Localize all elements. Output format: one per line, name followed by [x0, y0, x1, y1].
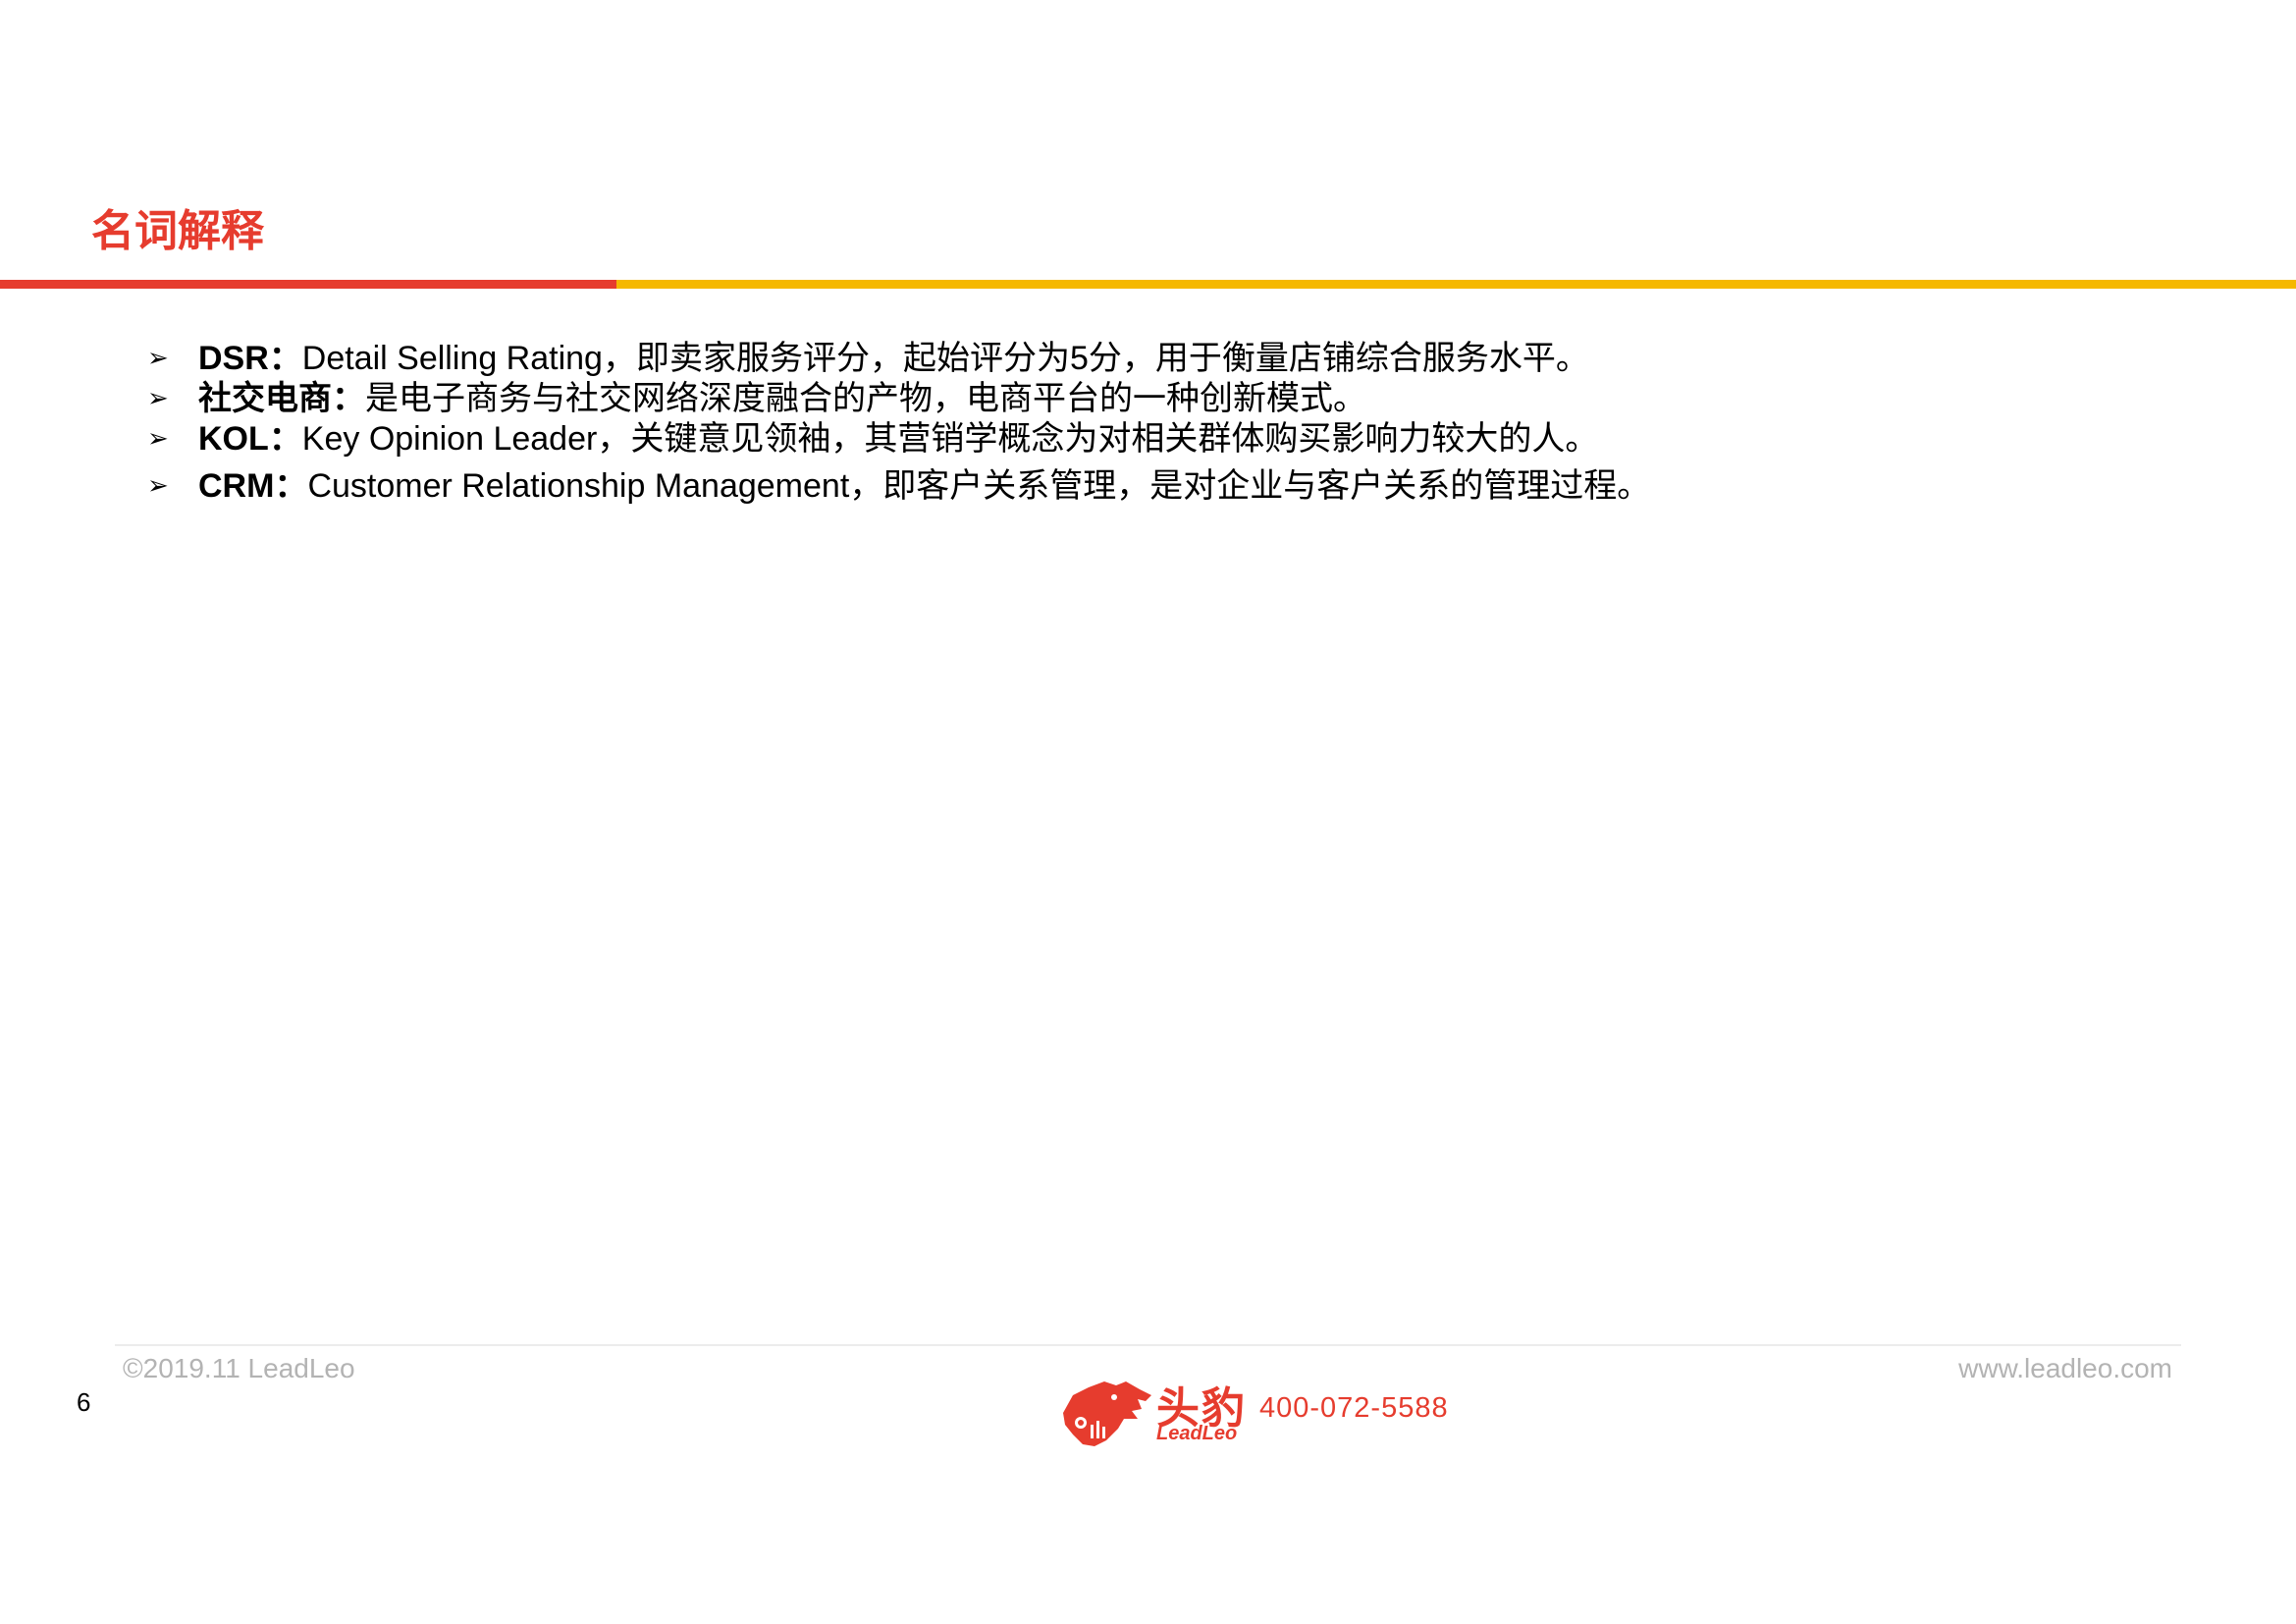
glossary-item: ➢ KOL： Key Opinion Leader，关键意见领袖，其营销学概念为…	[147, 419, 1650, 460]
title-divider-red-segment	[0, 280, 616, 289]
logo-wordmark-en: LeadLeo	[1156, 1423, 1238, 1444]
arrow-bullet-icon: ➢	[147, 344, 169, 373]
glossary-item: ➢ CRM： Customer Relationship Management，…	[147, 466, 1650, 507]
arrow-bullet-icon: ➢	[147, 424, 169, 454]
glossary-item: ➢ DSR： Detail Selling Rating，即卖家服务评分，起始评…	[147, 339, 1650, 379]
arrow-bullet-icon: ➢	[147, 384, 169, 413]
website-url: www.leadleo.com	[1958, 1353, 2172, 1383]
hotline-number: 400-072-5588	[1259, 1392, 1449, 1424]
glossary-list: ➢ DSR： Detail Selling Rating，即卖家服务评分，起始评…	[147, 339, 1650, 507]
title-divider-yellow-segment	[616, 280, 2296, 289]
page-title: 名词解释	[91, 207, 264, 255]
glossary-item: ➢ 社交电商： 是电子商务与社交网络深度融合的产物，电商平台的一种创新模式。	[147, 379, 1650, 419]
glossary-term: KOL：	[198, 420, 302, 458]
footer-divider	[115, 1344, 2181, 1346]
glossary-term: DSR：	[198, 340, 302, 377]
glossary-definition: 是电子商务与社交网络深度融合的产物，电商平台的一种创新模式。	[365, 380, 1366, 417]
arrow-bullet-icon: ➢	[147, 471, 169, 501]
glossary-term: 社交电商：	[198, 380, 365, 417]
glossary-definition: Detail Selling Rating，即卖家服务评分，起始评分为5分，用于…	[301, 340, 1589, 377]
page-number: 6	[77, 1387, 91, 1417]
glossary-definition: Key Opinion Leader，关键意见领袖，其营销学概念为对相关群体购买…	[301, 420, 1599, 458]
glossary-definition: Customer Relationship Management，即客户关系管理…	[307, 467, 1651, 505]
title-divider	[0, 280, 2296, 289]
glossary-term: CRM：	[198, 467, 308, 505]
copyright-text: ©2019.11 LeadLeo	[123, 1353, 355, 1383]
